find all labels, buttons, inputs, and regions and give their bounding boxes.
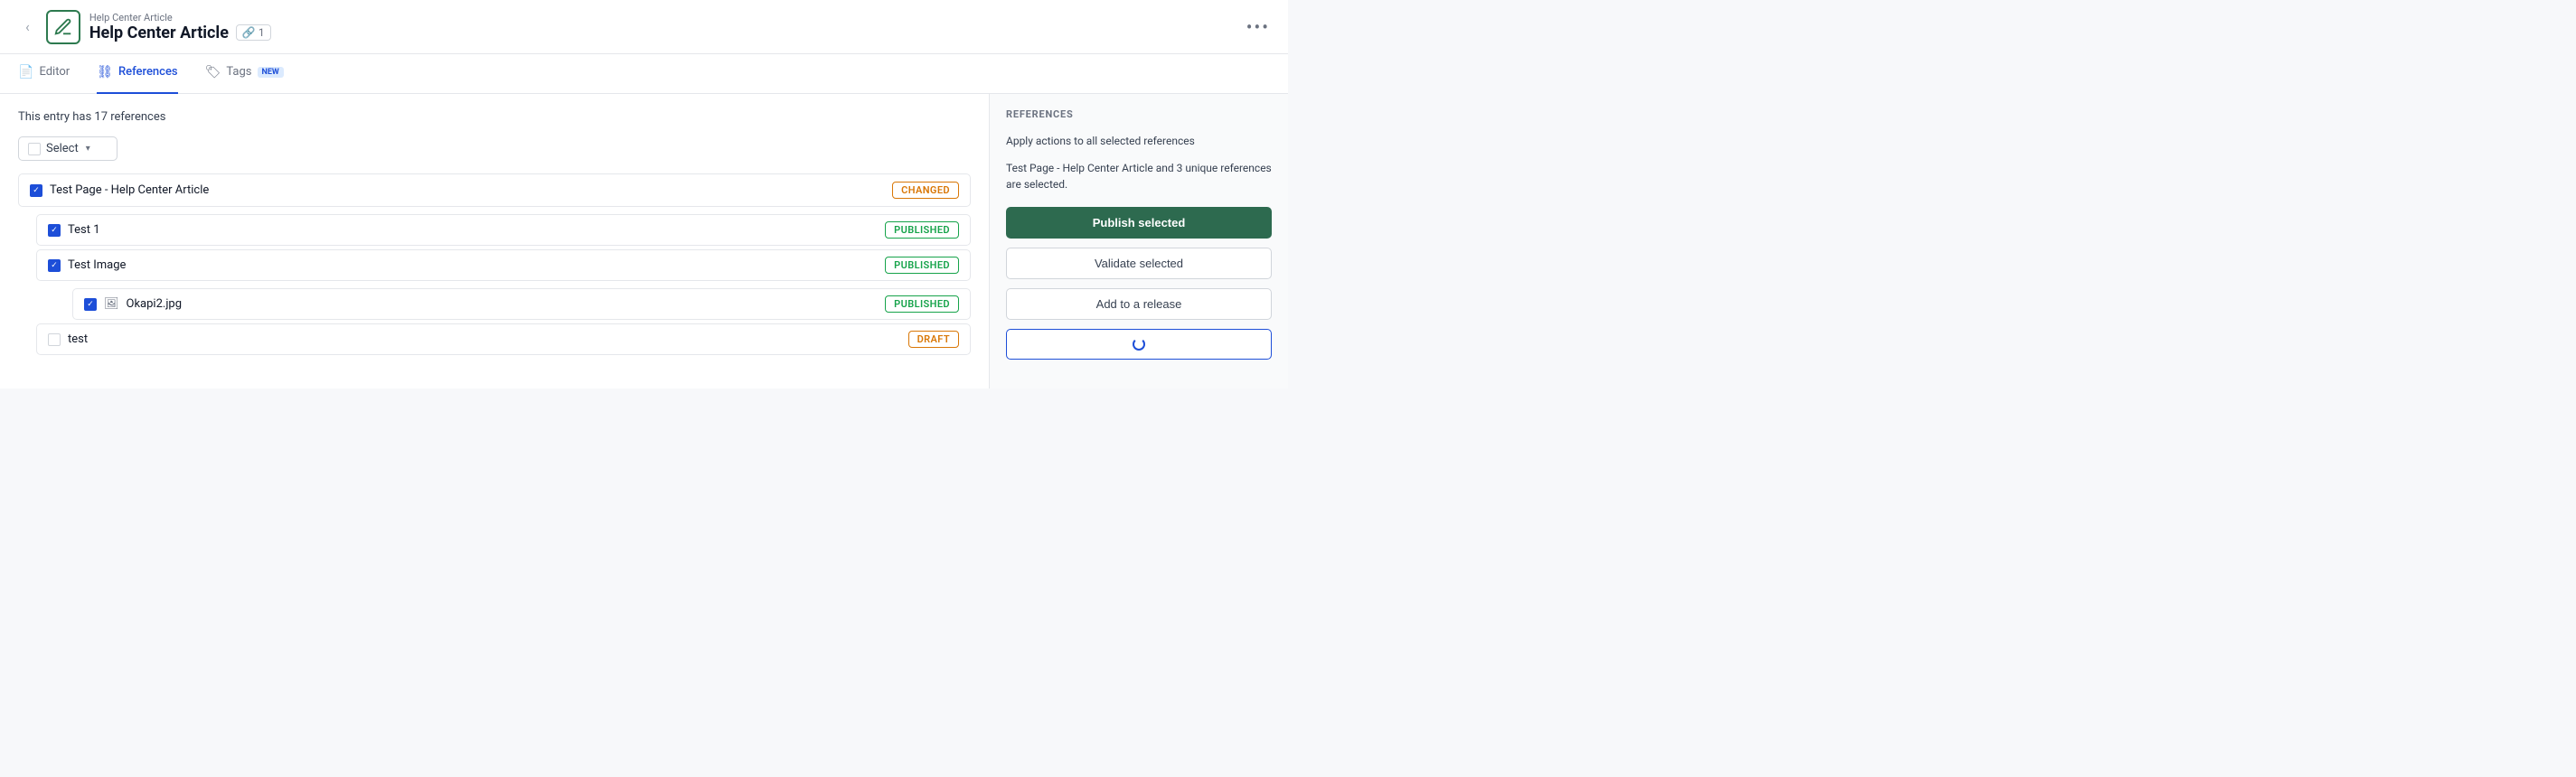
references-content: This entry has 17 references Select ▾ Te… <box>0 94 990 388</box>
grandchild-checkbox-okapi[interactable] <box>84 298 97 311</box>
ref-item-top[interactable]: Test Page - Help Center Article CHANGED <box>18 173 971 207</box>
more-menu-button[interactable]: ••• <box>1246 16 1270 38</box>
ref-checkbox-top[interactable] <box>30 184 42 197</box>
link-badge[interactable]: 🔗 1 <box>236 24 271 41</box>
link-icon: 🔗 <box>242 26 256 39</box>
logo-icon <box>46 10 80 44</box>
editor-icon: 📄 <box>18 65 33 80</box>
header: ‹ Help Center Article Help Center Articl… <box>0 0 1288 54</box>
validate-selected-button[interactable]: Validate selected <box>1006 248 1272 279</box>
select-all-checkbox[interactable] <box>28 143 41 155</box>
child-checkbox-test1[interactable] <box>48 224 61 237</box>
add-to-release-button[interactable]: Add to a release <box>1006 288 1272 320</box>
tab-editor[interactable]: 📄 Editor <box>18 54 70 94</box>
child-status-test: DRAFT <box>908 331 959 348</box>
ref-status-changed: CHANGED <box>892 182 959 199</box>
child-checkbox-test[interactable] <box>48 333 61 346</box>
child-status-test1: PUBLISHED <box>885 221 959 239</box>
loading-button <box>1006 329 1272 360</box>
header-title: Help Center Article 🔗 1 <box>89 23 271 42</box>
child-label-testimage: Test Image <box>68 258 126 272</box>
grandchild-list: 🖼 Okapi2.jpg PUBLISHED <box>72 288 971 320</box>
main-layout: This entry has 17 references Select ▾ Te… <box>0 94 1288 388</box>
child-label-test1: Test 1 <box>68 223 100 237</box>
publish-selected-button[interactable]: Publish selected <box>1006 207 1272 239</box>
references-count: This entry has 17 references <box>18 110 971 124</box>
child-item-test[interactable]: test DRAFT <box>36 323 971 355</box>
child-list: Test 1 PUBLISHED Test Image PUBLISHED <box>36 214 971 355</box>
sidebar: REFERENCES Apply actions to all selected… <box>990 94 1288 388</box>
header-subtitle: Help Center Article <box>89 12 271 23</box>
grandchild-item-okapi[interactable]: 🖼 Okapi2.jpg PUBLISHED <box>72 288 971 320</box>
child-label-test: test <box>68 332 88 346</box>
title-group: Help Center Article Help Center Article … <box>89 12 271 42</box>
sidebar-title: REFERENCES <box>1006 108 1272 120</box>
ref-label-top: Test Page - Help Center Article <box>50 183 209 197</box>
child-checkbox-testimage[interactable] <box>48 259 61 272</box>
references-icon: ⛓ <box>97 65 113 80</box>
spinner-icon <box>1133 338 1145 351</box>
tab-tags[interactable]: 🏷 Tags NEW <box>205 54 284 94</box>
image-icon: 🖼 <box>104 297 119 311</box>
child-item-test1[interactable]: Test 1 PUBLISHED <box>36 214 971 246</box>
grandchild-label-okapi: Okapi2.jpg <box>127 297 183 311</box>
grandchild-status-okapi: PUBLISHED <box>885 295 959 313</box>
new-badge: NEW <box>258 67 284 78</box>
select-dropdown[interactable]: Select ▾ <box>18 136 118 161</box>
tabs: 📄 Editor ⛓ References 🏷 Tags NEW <box>0 54 1288 94</box>
reference-list: Test Page - Help Center Article CHANGED … <box>18 173 971 355</box>
tab-references[interactable]: ⛓ References <box>97 54 177 94</box>
tag-icon: 🏷 <box>205 65 221 80</box>
back-button[interactable]: ‹ <box>18 14 37 39</box>
chevron-down-icon: ▾ <box>86 144 90 154</box>
child-status-testimage: PUBLISHED <box>885 257 959 274</box>
sidebar-apply-actions: Apply actions to all selected references <box>1006 133 1272 149</box>
sidebar-selection-info: Test Page - Help Center Article and 3 un… <box>1006 160 1272 192</box>
child-item-testimage[interactable]: Test Image PUBLISHED <box>36 249 971 281</box>
